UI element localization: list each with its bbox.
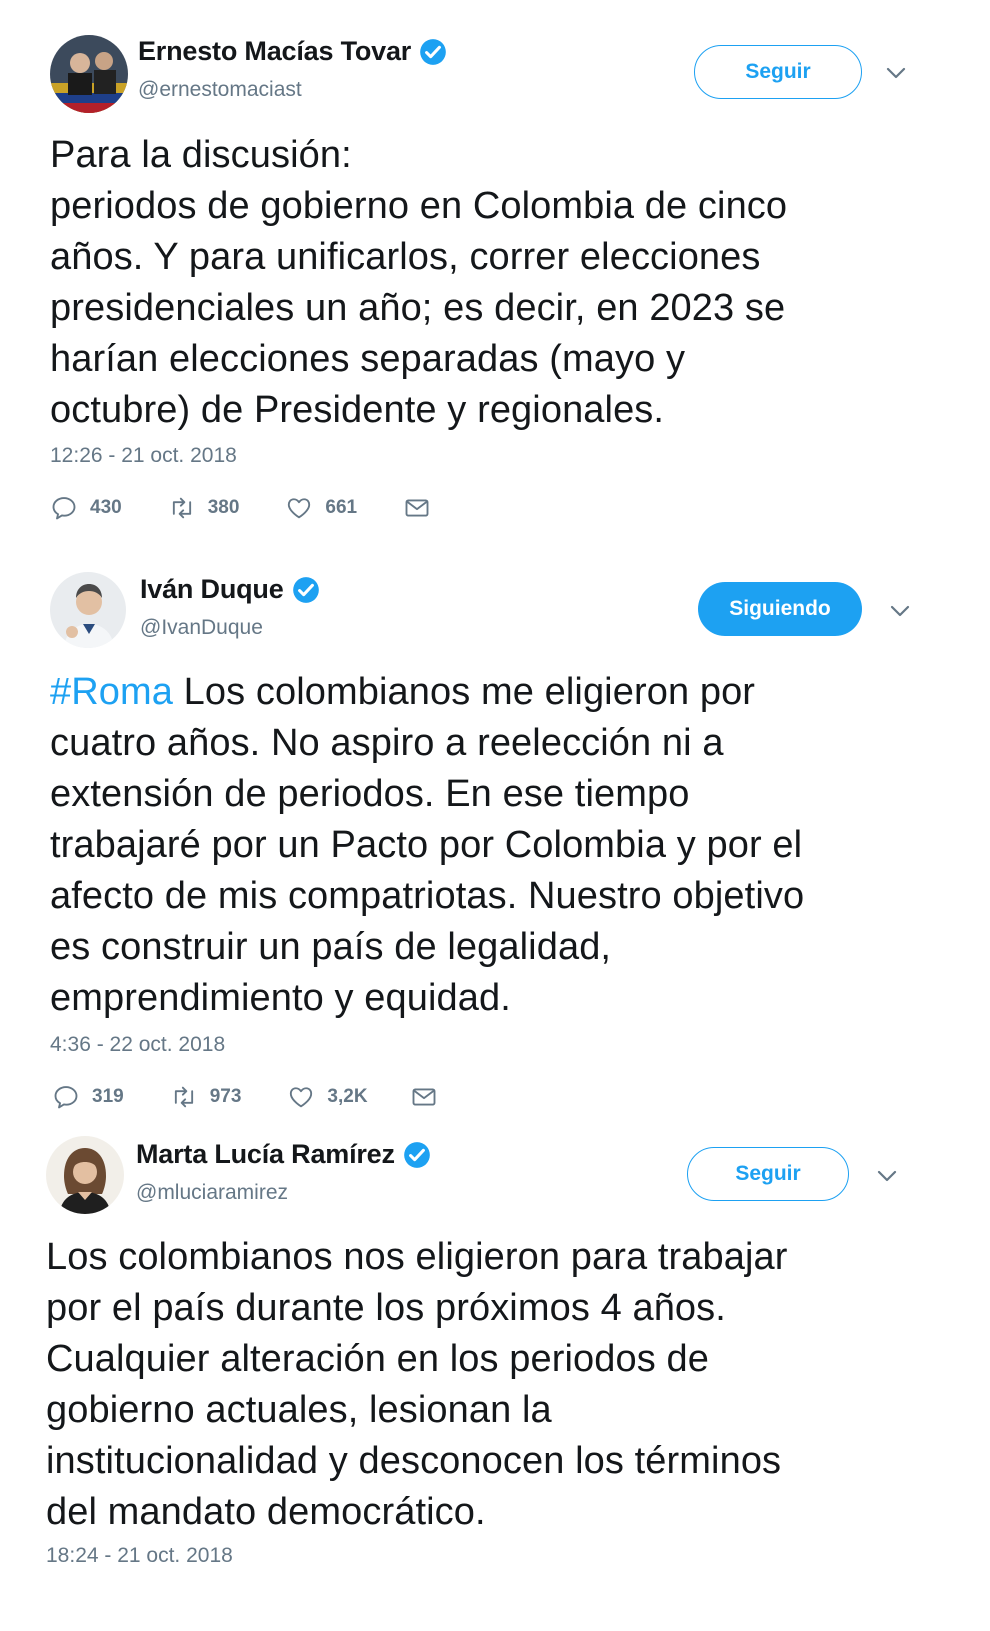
- avatar-image: [46, 1136, 124, 1214]
- verified-badge-icon: [403, 1141, 431, 1169]
- tweet-marta-lucia-ramirez: Marta Lucía Ramírez @mluciaramirez Segui…: [0, 0, 990, 1631]
- tweet-text-line: institucionalidad y desconocen los térmi…: [46, 1440, 782, 1482]
- author-name-line: Marta Lucía Ramírez: [136, 1139, 431, 1170]
- tweet-text-line: Los colombianos nos eligieron para traba…: [46, 1236, 788, 1278]
- avatar[interactable]: [46, 1136, 124, 1214]
- follow-button[interactable]: Seguir: [687, 1147, 849, 1201]
- tweet-text-line: Cualquier alteración en los periodos de: [46, 1338, 709, 1380]
- display-name[interactable]: Marta Lucía Ramírez: [136, 1139, 395, 1170]
- chevron-down-icon[interactable]: [875, 1164, 899, 1188]
- tweet-text-line: gobierno actuales, lesionan la: [46, 1389, 552, 1431]
- tweet-text: Los colombianos nos eligieron para traba…: [46, 1232, 966, 1538]
- tweet-text-line: por el país durante los próximos 4 años.: [46, 1287, 726, 1329]
- tweet-text-line: del mandato democrático.: [46, 1491, 486, 1533]
- tweet-timestamp[interactable]: 18:24 - 21 oct. 2018: [46, 1544, 233, 1568]
- author-handle[interactable]: @mluciaramirez: [136, 1181, 288, 1205]
